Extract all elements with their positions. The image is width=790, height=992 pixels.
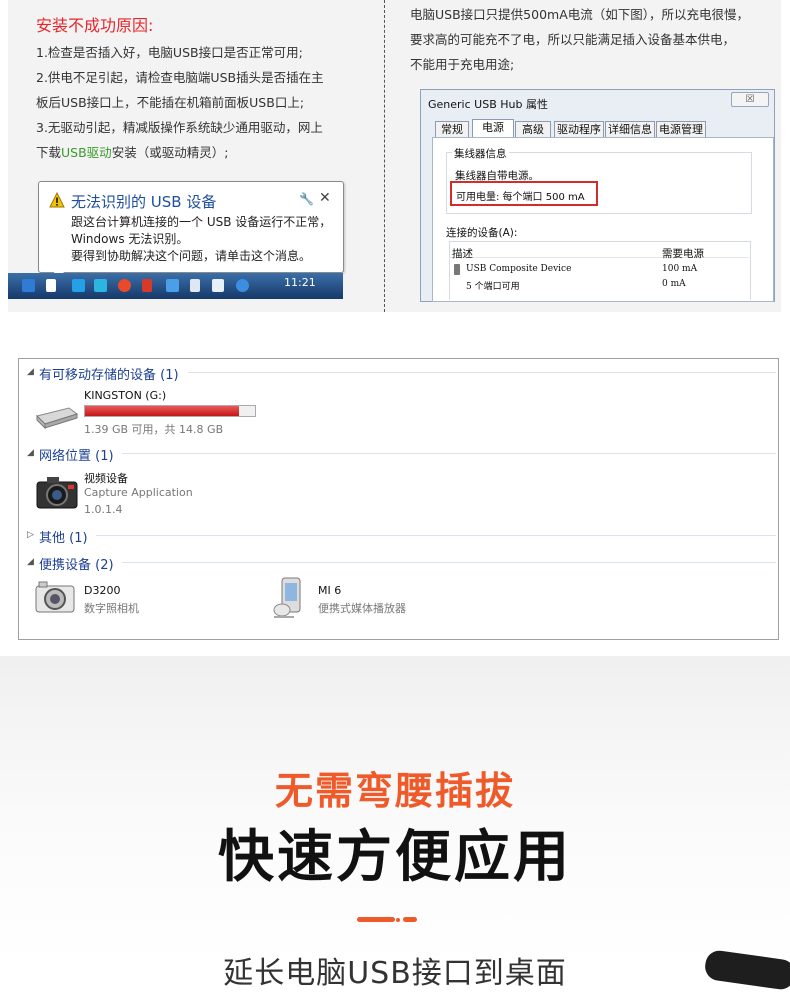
drive-space: 1.39 GB 可用，共 14.8 GB [84, 423, 224, 436]
group-divider [122, 562, 776, 563]
device-row-1-desc[interactable]: USB Composite Device [466, 264, 571, 274]
hub-info-label: 集线器信息 [452, 146, 509, 161]
network-device-name[interactable]: 视频设备 [84, 470, 128, 486]
phone-icon[interactable] [272, 576, 308, 620]
device-row-2-power: 0 mA [662, 279, 686, 289]
tab-driver[interactable]: 驱动程序 [554, 121, 604, 137]
tab-power-management[interactable]: 电源管理 [656, 121, 706, 137]
pin-icon[interactable]: 🔧 [299, 192, 314, 206]
app-tray-icon[interactable] [72, 279, 85, 292]
failure-reasons-title: 安装不成功原因: [36, 16, 154, 35]
shield-tray-icon[interactable] [22, 279, 35, 292]
volume-tray-icon[interactable] [212, 279, 224, 292]
dialog-close-button[interactable]: ☒ [731, 92, 769, 107]
clock-time[interactable]: 11:21 [284, 276, 316, 289]
group-removable-storage[interactable]: 有可移动存储的设备 (1) [39, 364, 179, 383]
warning-icon [49, 191, 65, 208]
network-tray-icon[interactable] [166, 279, 179, 292]
reason-line-5: 下载USB驱动安装（或驱动精灵）; [36, 140, 228, 165]
drive-name[interactable]: KINGSTON (G:) [84, 389, 166, 402]
dashed-divider [384, 0, 385, 312]
sub-slogan: 延长电脑USB接口到桌面 [223, 956, 567, 991]
group-portable-devices[interactable]: 便携设备 (2) [39, 554, 114, 573]
close-icon[interactable]: ✕ [319, 190, 331, 206]
usb-device-icon [454, 264, 460, 275]
col-description[interactable]: 描述 [452, 246, 473, 261]
usb-driver-link[interactable]: USB驱动 [61, 145, 112, 160]
portable-device-2-type: 便携式媒体播放器 [318, 602, 406, 615]
power-note-line-3: 不能用于充电用途; [410, 57, 515, 72]
portable-device-2-name[interactable]: MI 6 [318, 584, 341, 597]
tab-details[interactable]: 详细信息 [605, 121, 655, 137]
accent-dash [357, 917, 395, 922]
power-note-line-2: 要求高的可能充不了电，所以只能满足插入设备基本供电， [410, 32, 736, 47]
app2-tray-icon[interactable] [94, 279, 107, 292]
balloon-title: 无法识别的 USB 设备 [71, 193, 217, 211]
available-power-text: 可用电量: 每个端口 500 mA [456, 192, 585, 203]
reason-line-5-suffix: 安装（或驱动精灵）; [111, 145, 229, 160]
group-other[interactable]: 其他 (1) [39, 527, 88, 546]
browser-tray-icon[interactable] [236, 279, 249, 292]
group-divider [122, 453, 776, 454]
device-row-1-power: 100 mA [662, 264, 698, 274]
digital-camera-icon[interactable] [35, 580, 75, 616]
tab-general[interactable]: 常规 [435, 121, 469, 137]
qq-tray-icon[interactable] [118, 279, 131, 292]
reason-line-4: 3.无驱动引起，精减版操作系统缺少通用驱动，网上 [36, 120, 323, 135]
balloon-line-1: 跟这台计算机连接的一个 USB 设备运行不正常， [71, 215, 332, 229]
flag-tray-icon[interactable] [142, 279, 152, 292]
network-device-version: 1.0.1.4 [84, 503, 123, 516]
connected-devices-label: 连接的设备(A): [446, 227, 518, 239]
reason-line-2: 2.供电不足引起，请检查电脑端USB插头是否插在主 [36, 70, 324, 85]
reason-line-5-prefix: 下载 [36, 145, 62, 160]
device-row-2-desc[interactable]: 5 个端口可用 [466, 279, 520, 292]
collapse-triangle-icon[interactable]: ◢ [27, 448, 34, 458]
dialog-title: Generic USB Hub 属性 [428, 98, 548, 111]
group-divider [96, 535, 776, 536]
portable-device-1-name[interactable]: D3200 [84, 584, 120, 597]
group-divider [188, 372, 776, 373]
reason-line-1: 1.检查是否插入好，电脑USB接口是否正常可用; [36, 45, 303, 60]
taskbar: 11:21 [8, 273, 343, 299]
collapse-triangle-icon[interactable]: ◢ [27, 557, 34, 567]
drive-usage-fill [85, 406, 240, 416]
device-list-header [449, 241, 749, 258]
tab-advanced[interactable]: 高级 [515, 121, 551, 137]
power-note-line-1: 电脑USB接口只提供500mA电流（如下图），所以充电很慢， [410, 7, 749, 22]
usb-error-balloon[interactable]: 无法识别的 USB 设备 🔧 ✕ 跟这台计算机连接的一个 USB 设备运行不正常… [38, 181, 344, 273]
balloon-line-3: 要得到协助解决这个问题，请单击这个消息。 [71, 249, 312, 263]
camera-icon[interactable] [35, 474, 79, 510]
expand-triangle-icon[interactable]: ▷ [27, 530, 34, 540]
portable-device-1-type: 数字照相机 [84, 602, 139, 615]
group-network-locations[interactable]: 网络位置 (1) [39, 445, 114, 464]
display-tray-icon[interactable] [190, 279, 200, 292]
slogan-main: 快速方便应用 [218, 825, 572, 890]
col-required-power[interactable]: 需要电源 [662, 246, 704, 261]
accent-dot [396, 918, 400, 922]
usb-tray-icon[interactable] [46, 279, 56, 292]
network-device-app: Capture Application [84, 486, 193, 499]
usb-drive-icon[interactable] [35, 404, 79, 430]
tab-power[interactable]: 电源 [472, 119, 514, 138]
reason-line-3: 板后USB接口上，不能插在机箱前面板USB口上; [36, 95, 305, 110]
slogan-orange: 无需弯腰插拔 [274, 769, 515, 813]
balloon-line-2: Windows 无法识别。 [71, 232, 189, 246]
collapse-triangle-icon[interactable]: ◢ [27, 367, 34, 377]
drive-usage-bar [84, 405, 256, 417]
accent-dash-short [403, 917, 417, 922]
